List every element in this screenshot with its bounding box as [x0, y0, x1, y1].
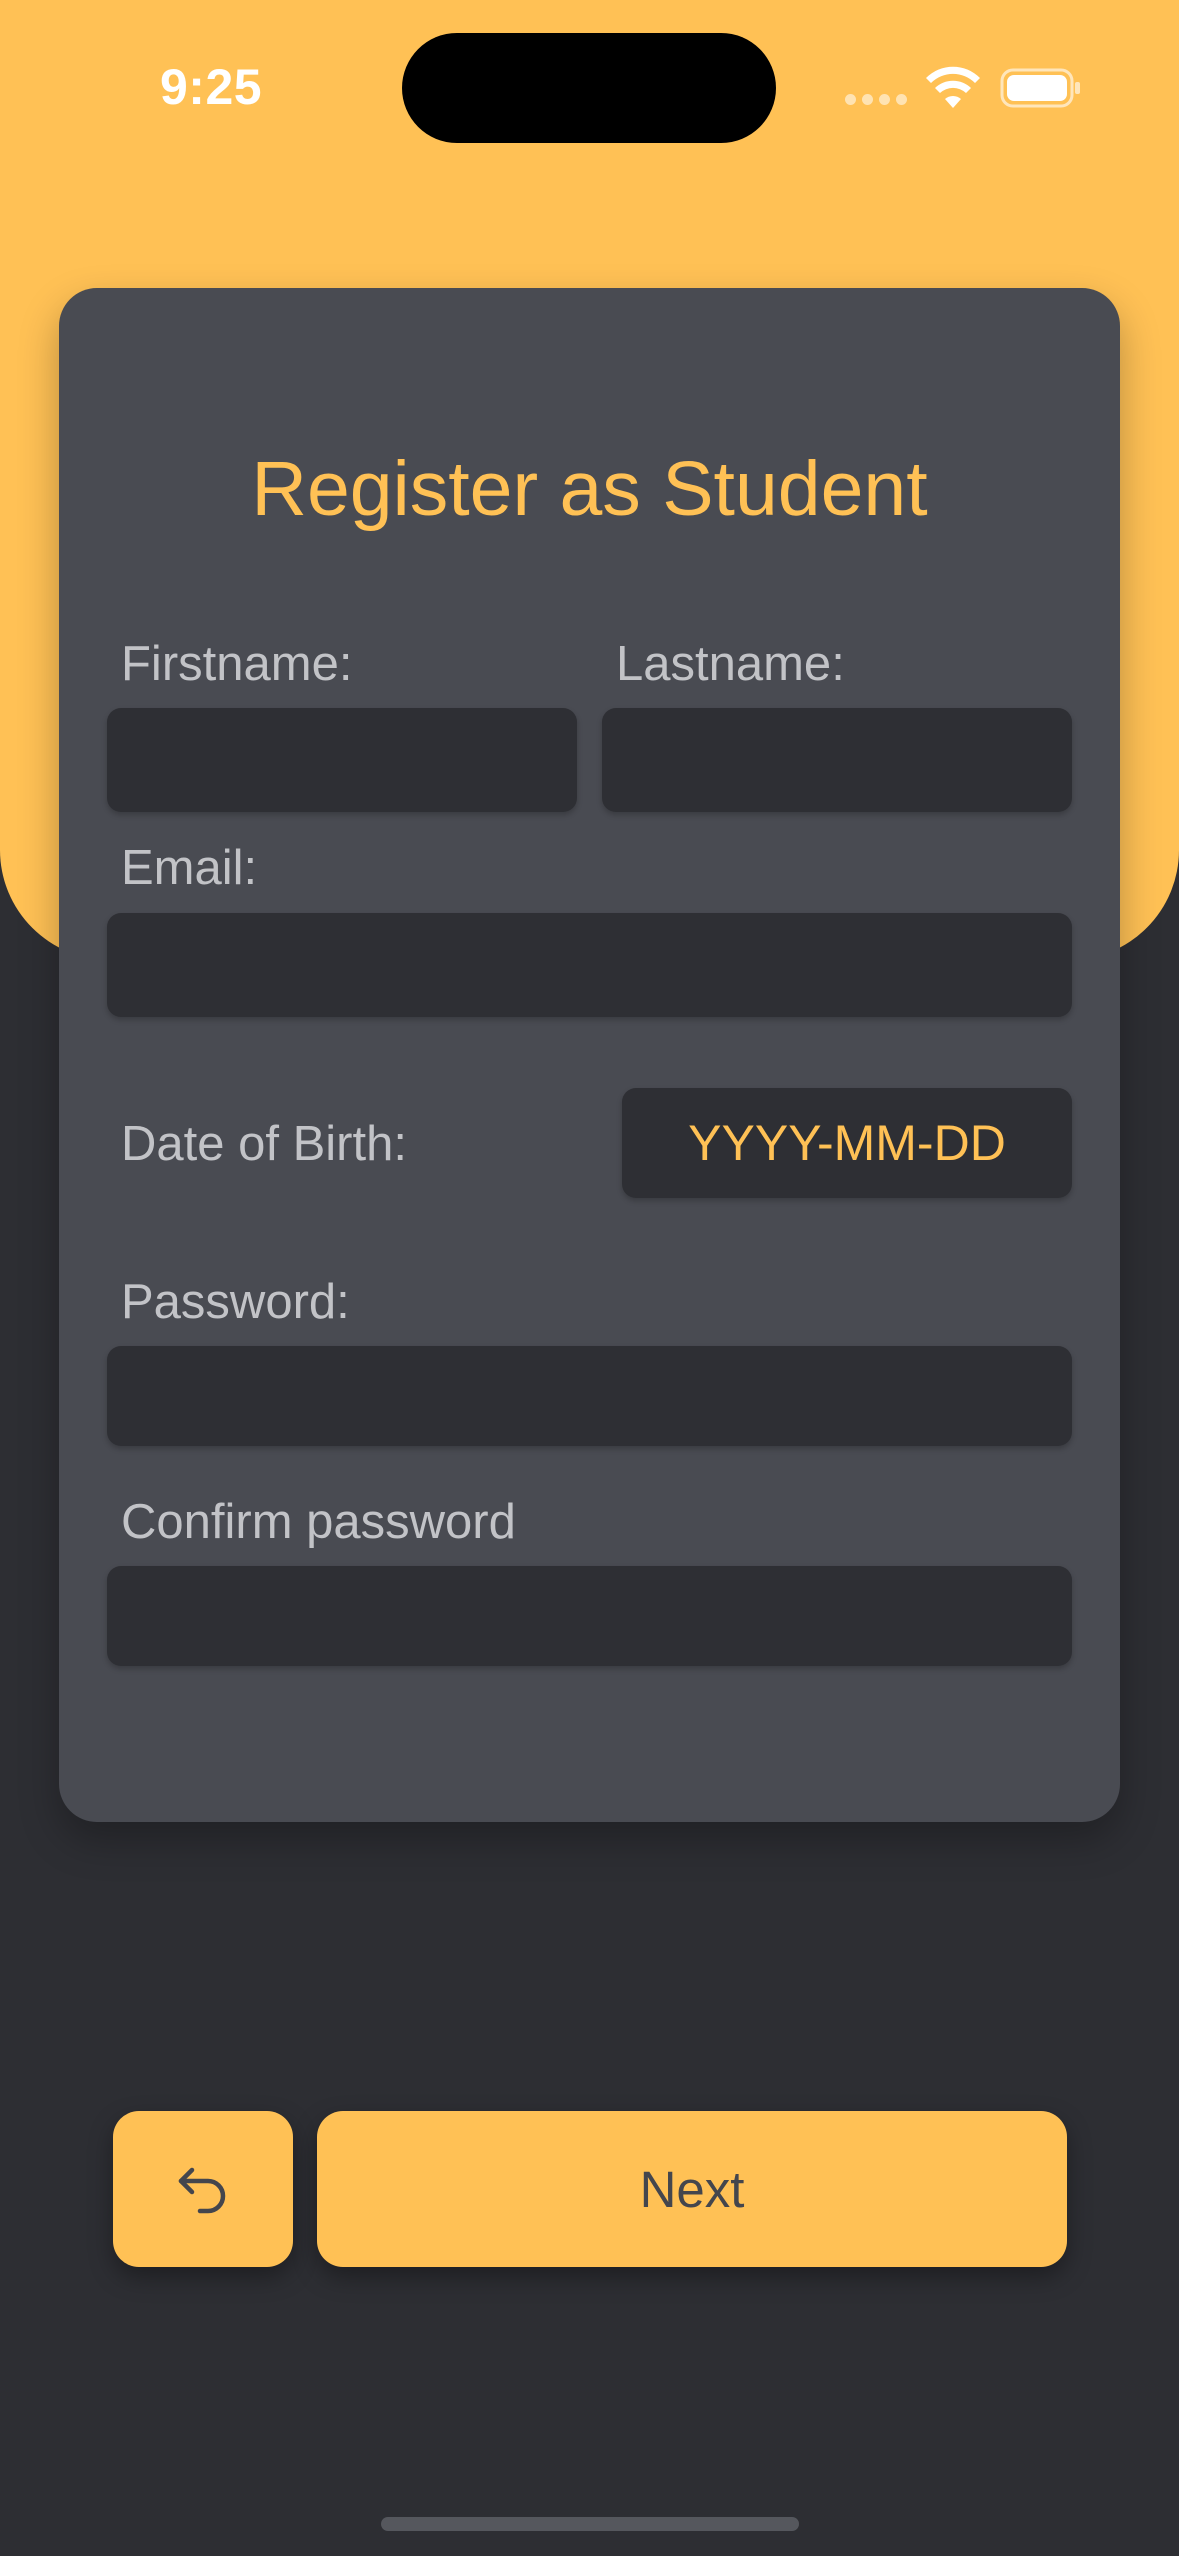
- dynamic-island: [402, 33, 776, 143]
- email-input[interactable]: [107, 913, 1072, 1017]
- email-label: Email:: [121, 841, 258, 895]
- firstname-input[interactable]: [107, 708, 577, 812]
- lastname-input[interactable]: [602, 708, 1072, 812]
- date-of-birth-label: Date of Birth:: [121, 1117, 407, 1171]
- confirm-password-label: Confirm password: [121, 1495, 516, 1549]
- page-title: Register as Student: [251, 446, 928, 532]
- password-input[interactable]: [107, 1346, 1072, 1446]
- next-button[interactable]: Next: [317, 2111, 1067, 2267]
- battery-icon: [1000, 68, 1080, 108]
- home-indicator[interactable]: [381, 2517, 799, 2531]
- registration-card: Register as Student Firstname: Lastname:…: [59, 288, 1120, 1822]
- firstname-label: Firstname:: [121, 637, 353, 691]
- date-of-birth-picker[interactable]: YYYY-MM-DD: [622, 1088, 1072, 1198]
- confirm-password-input[interactable]: [107, 1566, 1072, 1666]
- cellular-signal-icon: [845, 94, 907, 108]
- password-label: Password:: [121, 1275, 350, 1329]
- lastname-label: Lastname:: [616, 637, 845, 691]
- wifi-icon: [926, 66, 980, 108]
- back-button[interactable]: [113, 2111, 293, 2267]
- status-bar-time: 9:25: [160, 59, 263, 115]
- undo-arrow-icon: [178, 2167, 226, 2214]
